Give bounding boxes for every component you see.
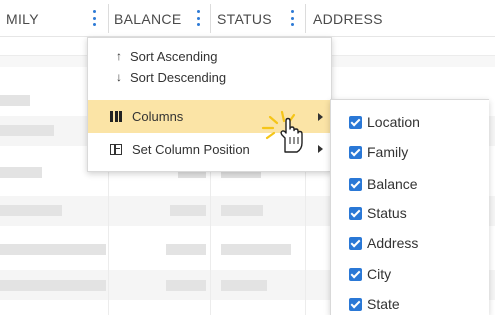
column-header-label: STATUS <box>217 10 272 27</box>
columns-icon <box>110 111 122 122</box>
placeholder-bar <box>166 280 206 291</box>
column-toggle-city[interactable]: City <box>349 264 391 284</box>
placeholder-bar <box>0 167 42 178</box>
placeholder-bar <box>166 244 206 255</box>
checkbox-checked-icon[interactable] <box>349 115 362 129</box>
column-header-family[interactable]: MILY <box>6 0 39 37</box>
balance-column-menu-icon[interactable] <box>196 10 200 26</box>
arrow-down-icon: ↓ <box>116 70 122 84</box>
status-column-menu-icon[interactable] <box>290 10 294 26</box>
checkbox-checked-icon[interactable] <box>349 236 362 250</box>
menu-item-sort-ascending[interactable]: ↑ Sort Ascending <box>88 46 331 66</box>
placeholder-bar <box>0 280 106 291</box>
placeholder-bar <box>0 244 106 255</box>
column-toggle-label: Address <box>367 235 419 251</box>
checkbox-checked-icon[interactable] <box>349 177 362 191</box>
checkbox-checked-icon[interactable] <box>349 297 362 311</box>
column-toggle-label: Location <box>367 114 420 130</box>
checkbox-checked-icon[interactable] <box>349 145 362 159</box>
submenu-caret-icon <box>318 112 323 121</box>
column-header-label: BALANCE <box>114 10 182 27</box>
column-toggle-status[interactable]: Status <box>349 203 407 223</box>
checkbox-checked-icon[interactable] <box>349 267 362 281</box>
column-header-status[interactable]: STATUS <box>217 0 272 37</box>
column-toggle-family[interactable]: Family <box>349 142 408 162</box>
placeholder-bar <box>0 125 54 136</box>
hand-cursor-click-icon <box>261 110 303 153</box>
placeholder-bar <box>221 205 263 216</box>
menu-item-label: Sort Ascending <box>130 48 218 64</box>
arrow-up-icon: ↑ <box>116 49 122 63</box>
column-toggle-label: State <box>367 296 400 312</box>
menu-item-label: Set Column Position <box>132 141 250 157</box>
column-toggle-label: City <box>367 266 392 282</box>
placeholder-bar <box>170 205 206 216</box>
column-header-label: MILY <box>6 10 39 27</box>
family-column-menu-icon[interactable] <box>92 10 96 26</box>
placeholder-bar <box>221 244 291 255</box>
column-toggle-state[interactable]: State <box>349 294 400 314</box>
column-divider[interactable] <box>305 4 306 33</box>
placeholder-bar <box>0 95 30 106</box>
column-toggle-label: Balance <box>367 176 418 192</box>
column-header-address[interactable]: ADDRESS <box>313 0 383 37</box>
checkbox-checked-icon[interactable] <box>349 206 362 220</box>
submenu-caret-icon <box>318 145 323 153</box>
column-toggle-label: Status <box>367 205 407 221</box>
column-toggle-label: Family <box>367 144 409 160</box>
menu-item-label: Columns <box>132 109 184 124</box>
column-position-icon <box>110 143 122 155</box>
column-toggle-location[interactable]: Location <box>349 112 420 132</box>
column-header-label: ADDRESS <box>313 10 383 27</box>
column-divider[interactable] <box>210 4 211 33</box>
menu-item-label: Sort Descending <box>130 69 227 85</box>
column-toggle-address[interactable]: Address <box>349 233 418 253</box>
column-toggle-balance[interactable]: Balance <box>349 174 418 194</box>
placeholder-bar <box>221 280 267 291</box>
columns-submenu: Location Family Balance Status Address C… <box>330 99 489 315</box>
column-divider[interactable] <box>108 4 109 33</box>
menu-item-sort-descending[interactable]: ↓ Sort Descending <box>88 67 331 87</box>
placeholder-bar <box>0 205 62 216</box>
grid-header: MILY BALANCE STATUS ADDRESS <box>0 0 495 37</box>
column-header-balance[interactable]: BALANCE <box>114 0 181 37</box>
